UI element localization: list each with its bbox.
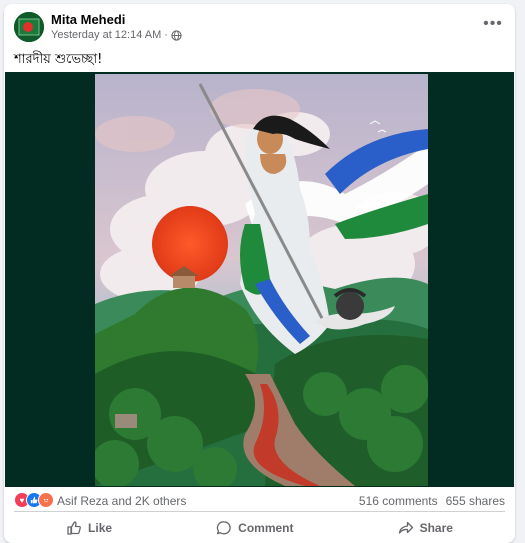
reaction-summary[interactable]: Asif Reza and 2K others [57, 494, 186, 508]
more-options-button[interactable]: ••• [483, 15, 503, 32]
post-meta: Yesterday at 12:14 AM · [51, 29, 182, 41]
author-name[interactable]: Mita Mehedi [51, 12, 125, 27]
comments-count[interactable]: 516 comments [359, 494, 438, 508]
post-media[interactable] [5, 72, 514, 487]
share-label: Share [419, 521, 453, 535]
post-image[interactable] [95, 74, 428, 486]
avatar[interactable] [14, 12, 44, 42]
action-bar: Like Comment Share [14, 511, 505, 543]
comment-button[interactable]: Comment [192, 516, 317, 540]
angry-icon [38, 492, 54, 508]
like-button[interactable]: Like [42, 516, 136, 540]
reactions-bar: ♥ Asif Reza and 2K others 516 comments 6… [4, 488, 515, 510]
share-button[interactable]: Share [374, 516, 477, 540]
post-header: Mita Mehedi Yesterday at 12:14 AM · ••• [4, 4, 515, 44]
comment-icon [216, 521, 231, 535]
engagement-counts: 516 comments 655 shares [359, 494, 505, 508]
share-icon [398, 521, 413, 534]
comment-label: Comment [238, 521, 294, 535]
shares-count[interactable]: 655 shares [446, 494, 505, 508]
thumbs-up-icon [67, 521, 81, 535]
reaction-icons[interactable]: ♥ [14, 492, 54, 508]
post-caption: শারদীয় শুভেচ্ছা! [14, 52, 103, 67]
globe-icon [171, 29, 182, 41]
meta-separator: · [164, 29, 168, 41]
like-label: Like [88, 521, 113, 535]
post-card: Mita Mehedi Yesterday at 12:14 AM · ••• … [4, 4, 515, 543]
more-horizontal-icon: ••• [483, 15, 503, 32]
post-timestamp[interactable]: Yesterday at 12:14 AM [51, 29, 161, 41]
